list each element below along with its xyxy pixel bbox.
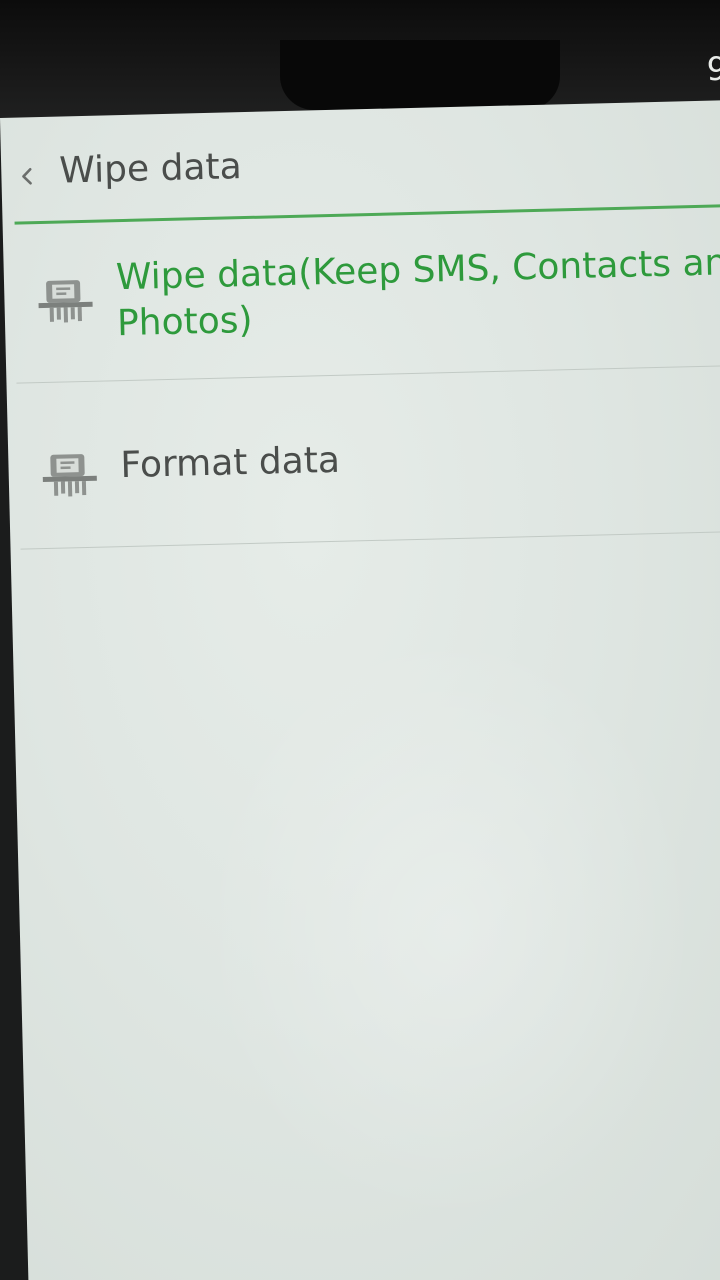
list-item-format-data[interactable]: Format data xyxy=(6,366,720,550)
wipe-icon xyxy=(36,276,95,325)
page-title: Wipe data xyxy=(58,146,243,192)
format-data-label: Format data xyxy=(120,439,341,487)
app-header: Wipe data xyxy=(0,100,720,228)
status-time: 9 xyxy=(706,50,720,88)
camera-notch xyxy=(280,40,560,110)
device-frame: 9 Wipe data Wipe data(Keep SMS, Contacts… xyxy=(0,0,720,1280)
screen-glare xyxy=(192,621,708,1234)
wipe-data-label: Wipe data(Keep SMS, Contacts an Photos) xyxy=(115,240,720,347)
format-icon xyxy=(40,450,99,499)
chevron-left-icon[interactable] xyxy=(15,165,38,188)
screen: Wipe data Wipe data(Keep SMS, Contacts a… xyxy=(0,99,720,1280)
row-divider xyxy=(20,530,720,550)
list-item-wipe-data[interactable]: Wipe data(Keep SMS, Contacts an Photos) xyxy=(3,210,720,384)
